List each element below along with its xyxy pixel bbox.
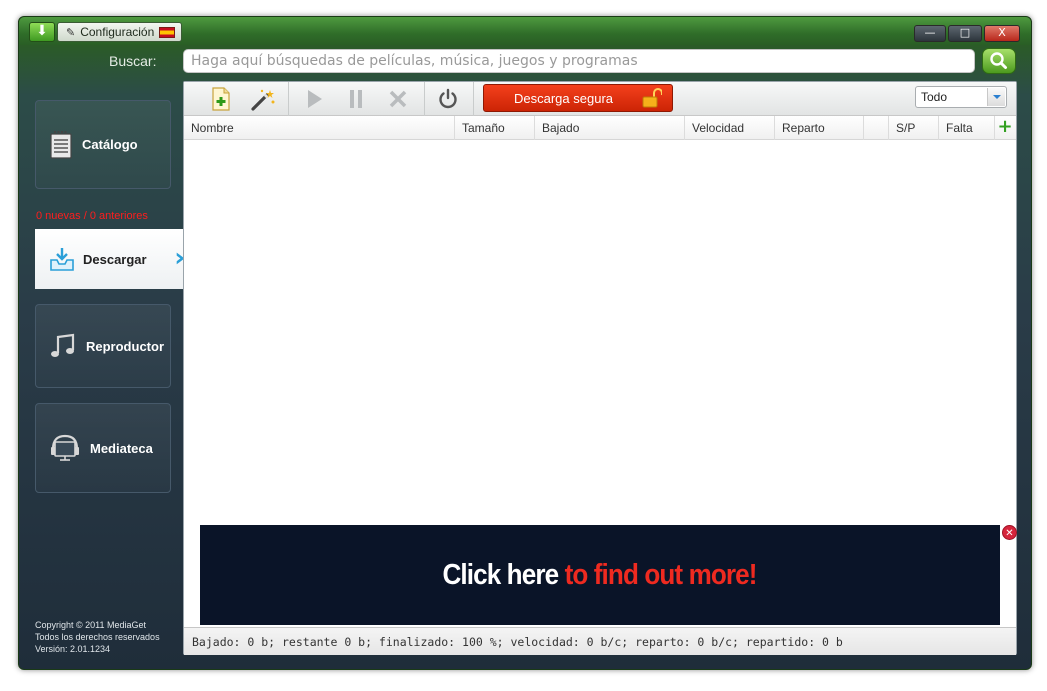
toolbar: Descarga segura Todo	[184, 82, 1016, 116]
column-name[interactable]: Nombre	[184, 116, 455, 140]
column-size[interactable]: Tamaño	[455, 116, 535, 140]
close-icon: ✕	[1005, 528, 1014, 539]
search-label: Buscar:	[109, 53, 157, 69]
close-ad-button[interactable]: ✕	[1002, 525, 1017, 540]
column-speed[interactable]: Velocidad	[685, 116, 775, 140]
column-downloaded[interactable]: Bajado	[535, 116, 685, 140]
status-text: Bajado: 0 b; restante 0 b; finalizado: 1…	[192, 635, 843, 649]
search-input[interactable]	[183, 49, 975, 73]
toolbar-separator	[473, 82, 474, 116]
mediaget-logo-icon[interactable]: ⬇	[29, 22, 55, 42]
sidebar-item-label: Descargar	[83, 251, 147, 267]
sidebar-item-label: Mediateca	[90, 440, 153, 456]
search-icon	[990, 52, 1007, 69]
toolbar-separator	[288, 82, 289, 116]
pause-button[interactable]	[339, 84, 373, 113]
sidebar-item-catalog[interactable]: Catálogo	[35, 100, 171, 189]
music-note-icon	[51, 333, 75, 357]
add-column-button[interactable]: +	[996, 118, 1014, 137]
search-button[interactable]	[982, 48, 1016, 74]
ad-text-red: to find out more!	[565, 558, 758, 591]
add-file-icon	[212, 86, 230, 111]
power-icon	[439, 88, 457, 108]
settings-label: Configuración	[80, 25, 155, 39]
copyright-line: Copyright © 2011 MediaGet	[35, 620, 147, 630]
settings-button[interactable]: ✎ Configuración	[57, 22, 183, 42]
downloads-panel: Descarga segura Todo Nombre Tamaño Bajad…	[183, 81, 1017, 655]
sidebar-item-label: Reproductor	[86, 338, 164, 354]
pause-icon	[350, 89, 362, 108]
filter-selected-value: Todo	[921, 90, 948, 104]
copyright-text: Copyright © 2011 MediaGet Todos los dere…	[35, 619, 160, 655]
column-seeds-peers[interactable]: S/P	[889, 116, 939, 140]
secure-download-label: Descarga segura	[514, 91, 613, 106]
add-file-button[interactable]	[204, 84, 238, 113]
column-blank[interactable]	[864, 116, 889, 140]
power-button[interactable]	[431, 84, 465, 113]
status-bar: Bajado: 0 b; restante 0 b; finalizado: 1…	[184, 627, 1016, 655]
sidebar-item-player[interactable]: Reproductor	[35, 304, 171, 388]
ad-banner[interactable]: Click here to find out more!	[200, 525, 1000, 625]
table-header: Nombre Tamaño Bajado Velocidad Reparto S…	[184, 116, 1016, 140]
download-list[interactable]	[184, 141, 1016, 525]
play-icon	[308, 89, 322, 108]
download-tray-icon	[50, 248, 74, 271]
download-counts: 0 nuevas / 0 anteriores	[36, 210, 148, 222]
secure-download-button[interactable]: Descarga segura	[483, 84, 673, 112]
app-window: ⬇ ✎ Configuración — □ X Buscar: Catálogo…	[18, 16, 1032, 670]
toolbar-separator	[424, 82, 425, 116]
monitor-headphones-icon	[51, 434, 79, 461]
chevron-down-icon	[993, 95, 1001, 99]
sidebar-item-download[interactable]: Descargar ›	[35, 229, 185, 289]
notepad-icon	[50, 130, 72, 159]
unlocked-padlock-icon	[642, 88, 662, 108]
ad-text-white: Click here	[442, 558, 560, 591]
wrench-icon: ✎	[66, 25, 76, 39]
sidebar-item-label: Catálogo	[82, 137, 138, 152]
column-share[interactable]: Reparto	[775, 116, 864, 140]
sidebar-item-library[interactable]: Mediateca	[35, 403, 171, 493]
magic-wand-icon	[251, 89, 275, 111]
wizard-button[interactable]	[246, 84, 280, 113]
filter-select[interactable]: Todo	[915, 86, 1007, 108]
column-remaining[interactable]: Falta	[939, 116, 995, 140]
dropdown-toggle[interactable]	[987, 88, 1005, 106]
rights-line: Todos los derechos reservados	[35, 632, 160, 642]
play-button[interactable]	[297, 84, 331, 113]
close-button[interactable]: X	[984, 25, 1020, 42]
maximize-button[interactable]: □	[948, 25, 982, 42]
spain-flag-icon[interactable]	[159, 26, 176, 38]
minimize-button[interactable]: —	[914, 25, 946, 42]
stop-button[interactable]	[381, 84, 415, 113]
ad-text: Click here to find out more!	[442, 558, 758, 592]
stop-icon	[389, 90, 407, 107]
version-line: Versión: 2.01.1234	[35, 644, 111, 654]
